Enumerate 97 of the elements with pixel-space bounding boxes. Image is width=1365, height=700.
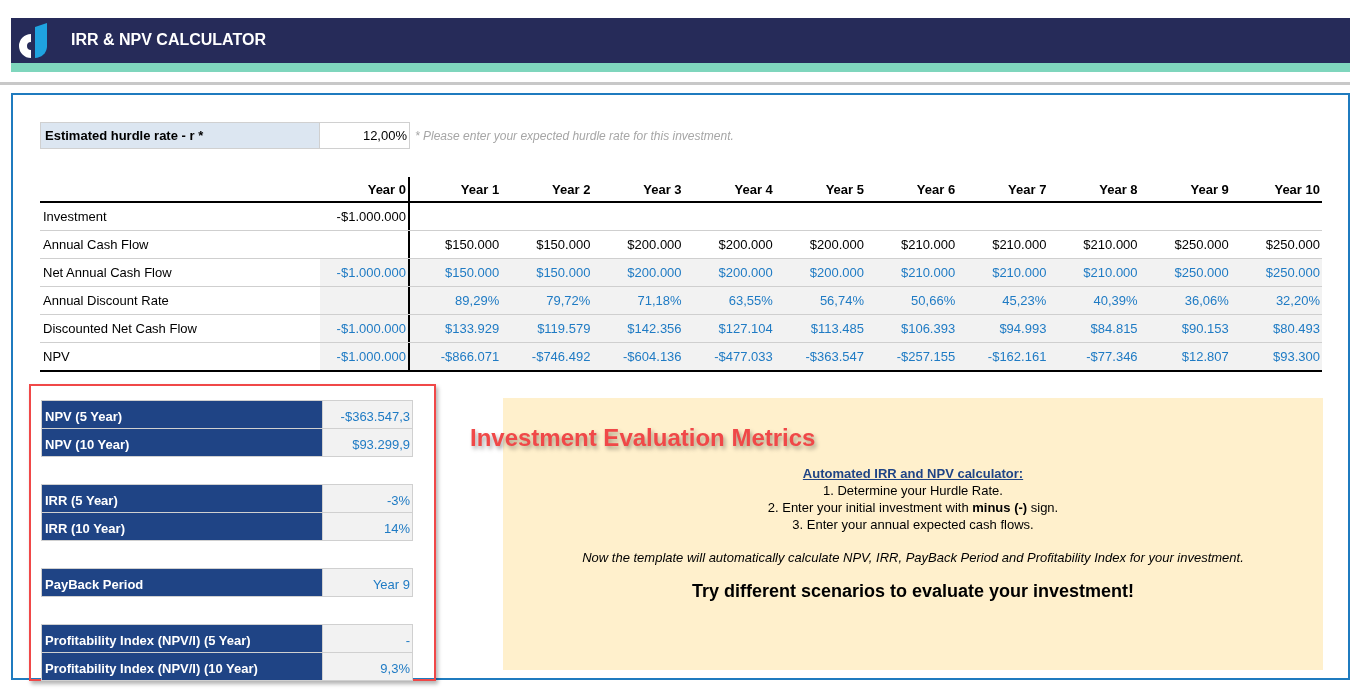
table-cell: 63,55% bbox=[683, 287, 775, 314]
column-header: Year 8 bbox=[1098, 180, 1139, 199]
table-cell: 32,20% bbox=[1230, 287, 1322, 314]
table-cell-text: $250.000 bbox=[1173, 236, 1230, 254]
metric-label: NPV (10 Year) bbox=[42, 429, 322, 456]
instructions-heading: Automated IRR and NPV calculator: bbox=[802, 466, 1024, 482]
column-header: Year 4 bbox=[733, 180, 774, 199]
row-label: Discounted Net Cash Flow bbox=[42, 320, 198, 338]
column-header: Year 3 bbox=[642, 180, 683, 199]
table-cell-text: $200.000 bbox=[808, 236, 865, 254]
table-cell: 36,06% bbox=[1139, 287, 1231, 314]
table-cell: -$1.000.000 bbox=[320, 203, 410, 230]
metric-label: Profitability Index (NPV/I) (5 Year) bbox=[42, 625, 322, 652]
callout-title: Investment Evaluation Metrics bbox=[470, 424, 816, 452]
instruction-step: 2. Enter your initial investment with minus (-) sign. bbox=[767, 499, 1059, 516]
metric-label: IRR (10 Year) bbox=[42, 513, 322, 540]
metric-value: $93.299,9 bbox=[322, 429, 412, 456]
table-cell: $113.485 bbox=[774, 315, 866, 342]
table-cell: $200.000 bbox=[683, 259, 775, 286]
table-cell: -$1.000.000 bbox=[320, 315, 410, 342]
row-label: Annual Discount Rate bbox=[42, 292, 170, 310]
metric-value: 9,3% bbox=[322, 653, 412, 680]
table-cell-text: $200.000 bbox=[717, 236, 774, 254]
table-cell-text: $210.000 bbox=[899, 236, 957, 254]
table-cell: $119.579 bbox=[501, 315, 593, 342]
table-cell: 45,23% bbox=[957, 287, 1049, 314]
table-cell: 71,18% bbox=[592, 287, 684, 314]
table-cell: $93.300 bbox=[1230, 343, 1322, 370]
table-cell: $106.393 bbox=[866, 315, 958, 342]
column-header: Year 10 bbox=[1273, 180, 1321, 199]
table-cell-text: $210.000 bbox=[1082, 236, 1139, 254]
table-cell: $150.000 bbox=[410, 259, 502, 286]
column-header: Year 0 bbox=[320, 177, 410, 201]
column-header: Year 7 bbox=[1007, 180, 1048, 199]
table-cell: -$77.346 bbox=[1048, 343, 1140, 370]
table-cell-text: $150.000 bbox=[535, 236, 592, 254]
table-cell: $12.807 bbox=[1139, 343, 1231, 370]
row-label: NPV bbox=[42, 348, 71, 366]
table-cell: $150.000 bbox=[501, 259, 593, 286]
table-cell: -$866.071 bbox=[410, 343, 502, 370]
instructions-note: Now the template will automatically calculate NPV, IRR, PayBack Period and Profitability Index for your investment. bbox=[582, 550, 1244, 565]
table-cell-text: $250.000 bbox=[1264, 236, 1321, 254]
column-header: Year 1 bbox=[459, 180, 501, 199]
table-cell: 50,66% bbox=[866, 287, 958, 314]
table-cell: 79,72% bbox=[501, 287, 593, 314]
table-cell: -$604.136 bbox=[592, 343, 684, 370]
metric-value: -3% bbox=[322, 485, 412, 512]
column-header: Year 5 bbox=[824, 180, 865, 199]
instruction-step: 3. Enter your annual expected cash flows. bbox=[792, 516, 1034, 533]
table-cell: $200.000 bbox=[774, 259, 866, 286]
column-header: Year 6 bbox=[915, 180, 957, 199]
instruction-step: 1. Determine your Hurdle Rate. bbox=[823, 482, 1003, 499]
metric-value: - bbox=[322, 625, 412, 652]
column-header: Year 9 bbox=[1189, 180, 1230, 199]
table-cell: -$1.000.000 bbox=[320, 343, 410, 370]
metric-label: Profitability Index (NPV/I) (10 Year) bbox=[42, 653, 322, 680]
table-cell: $250.000 bbox=[1139, 259, 1231, 286]
app-title: IRR & NPV CALCULATOR bbox=[71, 30, 266, 50]
table-cell: $133.929 bbox=[410, 315, 502, 342]
row-label: Investment bbox=[42, 208, 108, 226]
hurdle-rate-label: Estimated hurdle rate - r * bbox=[40, 122, 320, 149]
hurdle-rate-input[interactable]: 12,00% bbox=[320, 122, 410, 149]
table-cell: $80.493 bbox=[1230, 315, 1322, 342]
table-cell: 40,39% bbox=[1048, 287, 1140, 314]
metric-value: Year 9 bbox=[322, 569, 412, 596]
table-cell: $94.993 bbox=[957, 315, 1049, 342]
table-cell: $210.000 bbox=[866, 259, 958, 286]
row-label: Annual Cash Flow bbox=[42, 236, 150, 254]
row-label: Net Annual Cash Flow bbox=[42, 264, 173, 282]
logo-icon bbox=[17, 20, 49, 61]
metric-label: NPV (5 Year) bbox=[42, 401, 322, 428]
column-header: Year 2 bbox=[551, 180, 592, 199]
metric-value: 14% bbox=[322, 513, 412, 540]
table-cell: $250.000 bbox=[1230, 259, 1322, 286]
table-cell: -$257.155 bbox=[866, 343, 958, 370]
table-cell-text: $150.000 bbox=[443, 236, 501, 254]
call-to-action: Try different scenarios to evaluate your investment! bbox=[691, 581, 1135, 602]
table-cell: $200.000 bbox=[592, 259, 684, 286]
table-cell: -$477.033 bbox=[683, 343, 775, 370]
table-cell-text: $200.000 bbox=[626, 236, 683, 254]
table-cell: 56,74% bbox=[774, 287, 866, 314]
table-cell: $210.000 bbox=[957, 259, 1049, 286]
table-cell: $90.153 bbox=[1139, 315, 1231, 342]
table-cell: -$363.547 bbox=[774, 343, 866, 370]
table-cell: -$162.161 bbox=[957, 343, 1049, 370]
hurdle-rate-note: * Please enter your expected hurdle rate for this investment. bbox=[415, 128, 734, 143]
metric-label: IRR (5 Year) bbox=[42, 485, 322, 512]
table-cell: $84.815 bbox=[1048, 315, 1140, 342]
table-cell: 89,29% bbox=[410, 287, 502, 314]
metric-value: -$363.547,3 bbox=[322, 401, 412, 428]
table-cell: -$746.492 bbox=[501, 343, 593, 370]
table-cell: -$1.000.000 bbox=[320, 259, 410, 286]
table-cell: $142.356 bbox=[592, 315, 684, 342]
table-cell-text: $210.000 bbox=[991, 236, 1048, 254]
metric-label: PayBack Period bbox=[42, 569, 322, 596]
table-cell: $210.000 bbox=[1048, 259, 1140, 286]
table-cell: $127.104 bbox=[683, 315, 775, 342]
